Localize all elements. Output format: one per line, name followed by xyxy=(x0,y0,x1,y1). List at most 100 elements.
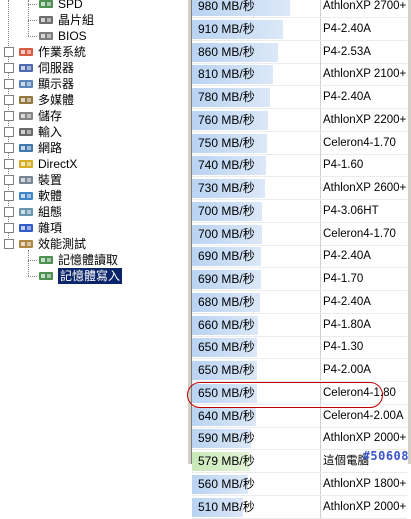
tree-item-7[interactable]: 儲存 xyxy=(0,108,188,124)
tree-item-6[interactable]: 多媒體 xyxy=(0,92,188,108)
result-row[interactable]: 860 MB/秒 P4-2.53A xyxy=(192,40,407,64)
tree-item-13[interactable]: 組態 xyxy=(0,204,188,220)
tree-expander-icon[interactable] xyxy=(4,63,14,73)
column-divider xyxy=(320,177,321,200)
result-row[interactable]: 750 MB/秒 Celeron4-1.70 xyxy=(192,131,407,155)
misc-icon xyxy=(18,221,34,235)
result-row[interactable]: 730 MB/秒 AthlonXP 2600+ xyxy=(192,177,407,200)
cpu-name: AthlonXP 2700+ xyxy=(323,0,407,12)
cpu-name: AthlonXP 2000+ xyxy=(323,500,407,513)
tree-expander-icon[interactable] xyxy=(4,47,14,57)
cpu-name: P4-2.53A xyxy=(323,45,371,58)
result-row[interactable]: 660 MB/秒 P4-1.80A xyxy=(192,313,407,337)
tree-expander-icon[interactable] xyxy=(4,111,14,121)
cpu-name: P4-1.60 xyxy=(323,159,364,172)
cpu-name: AthlonXP 2200+ xyxy=(323,113,407,126)
cpu-name: P4-1.30 xyxy=(323,341,364,354)
server-icon xyxy=(18,61,34,75)
column-divider xyxy=(320,17,321,41)
result-row[interactable]: 780 MB/秒 P4-2.40A xyxy=(192,86,407,109)
tree-expander-icon[interactable] xyxy=(4,127,14,137)
result-row[interactable]: 650 MB/秒 P4-1.30 xyxy=(192,336,407,360)
result-row[interactable]: 590 MB/秒 AthlonXP 2000+ xyxy=(192,427,407,451)
result-row[interactable]: 680 MB/秒 P4-2.40A xyxy=(192,290,407,314)
tree-item-8[interactable]: 輸入 xyxy=(0,124,188,140)
tree-expander-icon[interactable] xyxy=(4,191,14,201)
result-row[interactable]: 700 MB/秒 P4-3.06HT xyxy=(192,199,407,223)
tree-item-4[interactable]: 伺服器 xyxy=(0,60,188,76)
column-divider xyxy=(320,40,321,64)
result-row[interactable]: 510 MB/秒 AthlonXP 2000+ xyxy=(192,495,407,519)
cpu-name: AthlonXP 1800+ xyxy=(323,477,407,490)
result-row[interactable]: 760 MB/秒 AthlonXP 2200+ xyxy=(192,108,407,132)
column-divider xyxy=(320,0,321,18)
tree-item-label: 雜項 xyxy=(38,221,63,235)
row-divider xyxy=(192,517,407,519)
devices-icon xyxy=(18,173,34,187)
tree-item-9[interactable]: 網路 xyxy=(0,140,188,156)
bandwidth-value: 680 MB/秒 xyxy=(198,294,255,309)
result-row[interactable]: 910 MB/秒 P4-2.40A xyxy=(192,17,407,41)
result-row[interactable]: 810 MB/秒 AthlonXP 2100+ xyxy=(192,63,407,87)
tree-item-label: DirectX xyxy=(38,157,78,171)
cpu-name: P4-1.70 xyxy=(323,273,364,285)
bandwidth-value: 510 MB/秒 xyxy=(198,499,255,514)
speaker-icon xyxy=(18,93,34,107)
tree-expander-icon[interactable] xyxy=(4,143,14,153)
tree-item-12[interactable]: 軟體 xyxy=(0,188,188,204)
tree-expander-icon[interactable] xyxy=(4,239,14,249)
tree-item-label: 伺服器 xyxy=(38,61,75,75)
column-divider xyxy=(320,313,321,337)
column-divider xyxy=(320,86,321,109)
tree-item-11[interactable]: 裝置 xyxy=(0,172,188,188)
keyboard-icon xyxy=(18,125,34,139)
result-row[interactable]: 740 MB/秒 P4-1.60 xyxy=(192,154,407,178)
tree-connector-line xyxy=(28,250,29,276)
tree-item-label: 記憶體寫入 xyxy=(58,268,123,284)
tree-expander-icon[interactable] xyxy=(4,159,14,169)
bandwidth-value: 730 MB/秒 xyxy=(198,181,255,195)
hourglass-icon xyxy=(18,237,34,251)
cpu-name: Celeron4-1.70 xyxy=(323,136,396,149)
result-row[interactable]: 690 MB/秒 P4-1.70 xyxy=(192,268,407,291)
result-row[interactable]: 560 MB/秒 AthlonXP 1800+ xyxy=(192,472,407,496)
tree-expander-icon[interactable] xyxy=(4,175,14,185)
tree-item-14[interactable]: 雜項 xyxy=(0,220,188,236)
chipset-icon xyxy=(38,13,54,27)
bandwidth-value: 860 MB/秒 xyxy=(198,44,255,59)
cpu-name: P4-2.40A xyxy=(323,22,371,35)
column-divider xyxy=(320,359,321,382)
watermark-id: #50608 xyxy=(362,449,409,463)
tree-item-label: BIOS xyxy=(58,29,87,43)
tree-item-5[interactable]: 顯示器 xyxy=(0,76,188,92)
tree-item-label: 效能測試 xyxy=(38,237,87,251)
memory-read-icon xyxy=(38,253,54,267)
column-divider xyxy=(320,472,321,496)
tree-expander-icon[interactable] xyxy=(4,207,14,217)
tree-item-label: 組態 xyxy=(38,205,63,219)
tree-item-label: SPD xyxy=(58,0,83,11)
result-row[interactable]: 700 MB/秒 Celeron4-1.70 xyxy=(192,222,407,246)
tree-branch-line xyxy=(28,260,37,261)
tree-expander-icon[interactable] xyxy=(4,79,14,89)
tree-item-3[interactable]: 作業系統 xyxy=(0,44,188,60)
cpu-name: AthlonXP 2000+ xyxy=(323,432,407,445)
tree-expander-icon[interactable] xyxy=(4,95,14,105)
column-divider xyxy=(320,495,321,519)
tree-item-label: 多媒體 xyxy=(38,93,75,107)
result-row[interactable]: 650 MB/秒 P4-2.00A xyxy=(192,359,407,382)
column-divider xyxy=(320,336,321,360)
tree-expander-icon[interactable] xyxy=(4,223,14,233)
monitor-icon xyxy=(18,77,34,91)
windows-icon xyxy=(18,45,34,59)
result-row[interactable]: 690 MB/秒 P4-2.40A xyxy=(192,245,407,269)
column-divider xyxy=(320,427,321,451)
column-divider xyxy=(320,268,321,291)
bandwidth-value: 660 MB/秒 xyxy=(198,317,255,332)
tree-item-10[interactable]: DirectX xyxy=(0,156,188,172)
column-divider xyxy=(320,199,321,223)
result-row[interactable]: 980 MB/秒 AthlonXP 2700+ xyxy=(192,0,407,18)
bandwidth-value: 740 MB/秒 xyxy=(198,158,255,173)
network-icon xyxy=(18,141,34,155)
tree-item-label: 裝置 xyxy=(38,173,63,187)
